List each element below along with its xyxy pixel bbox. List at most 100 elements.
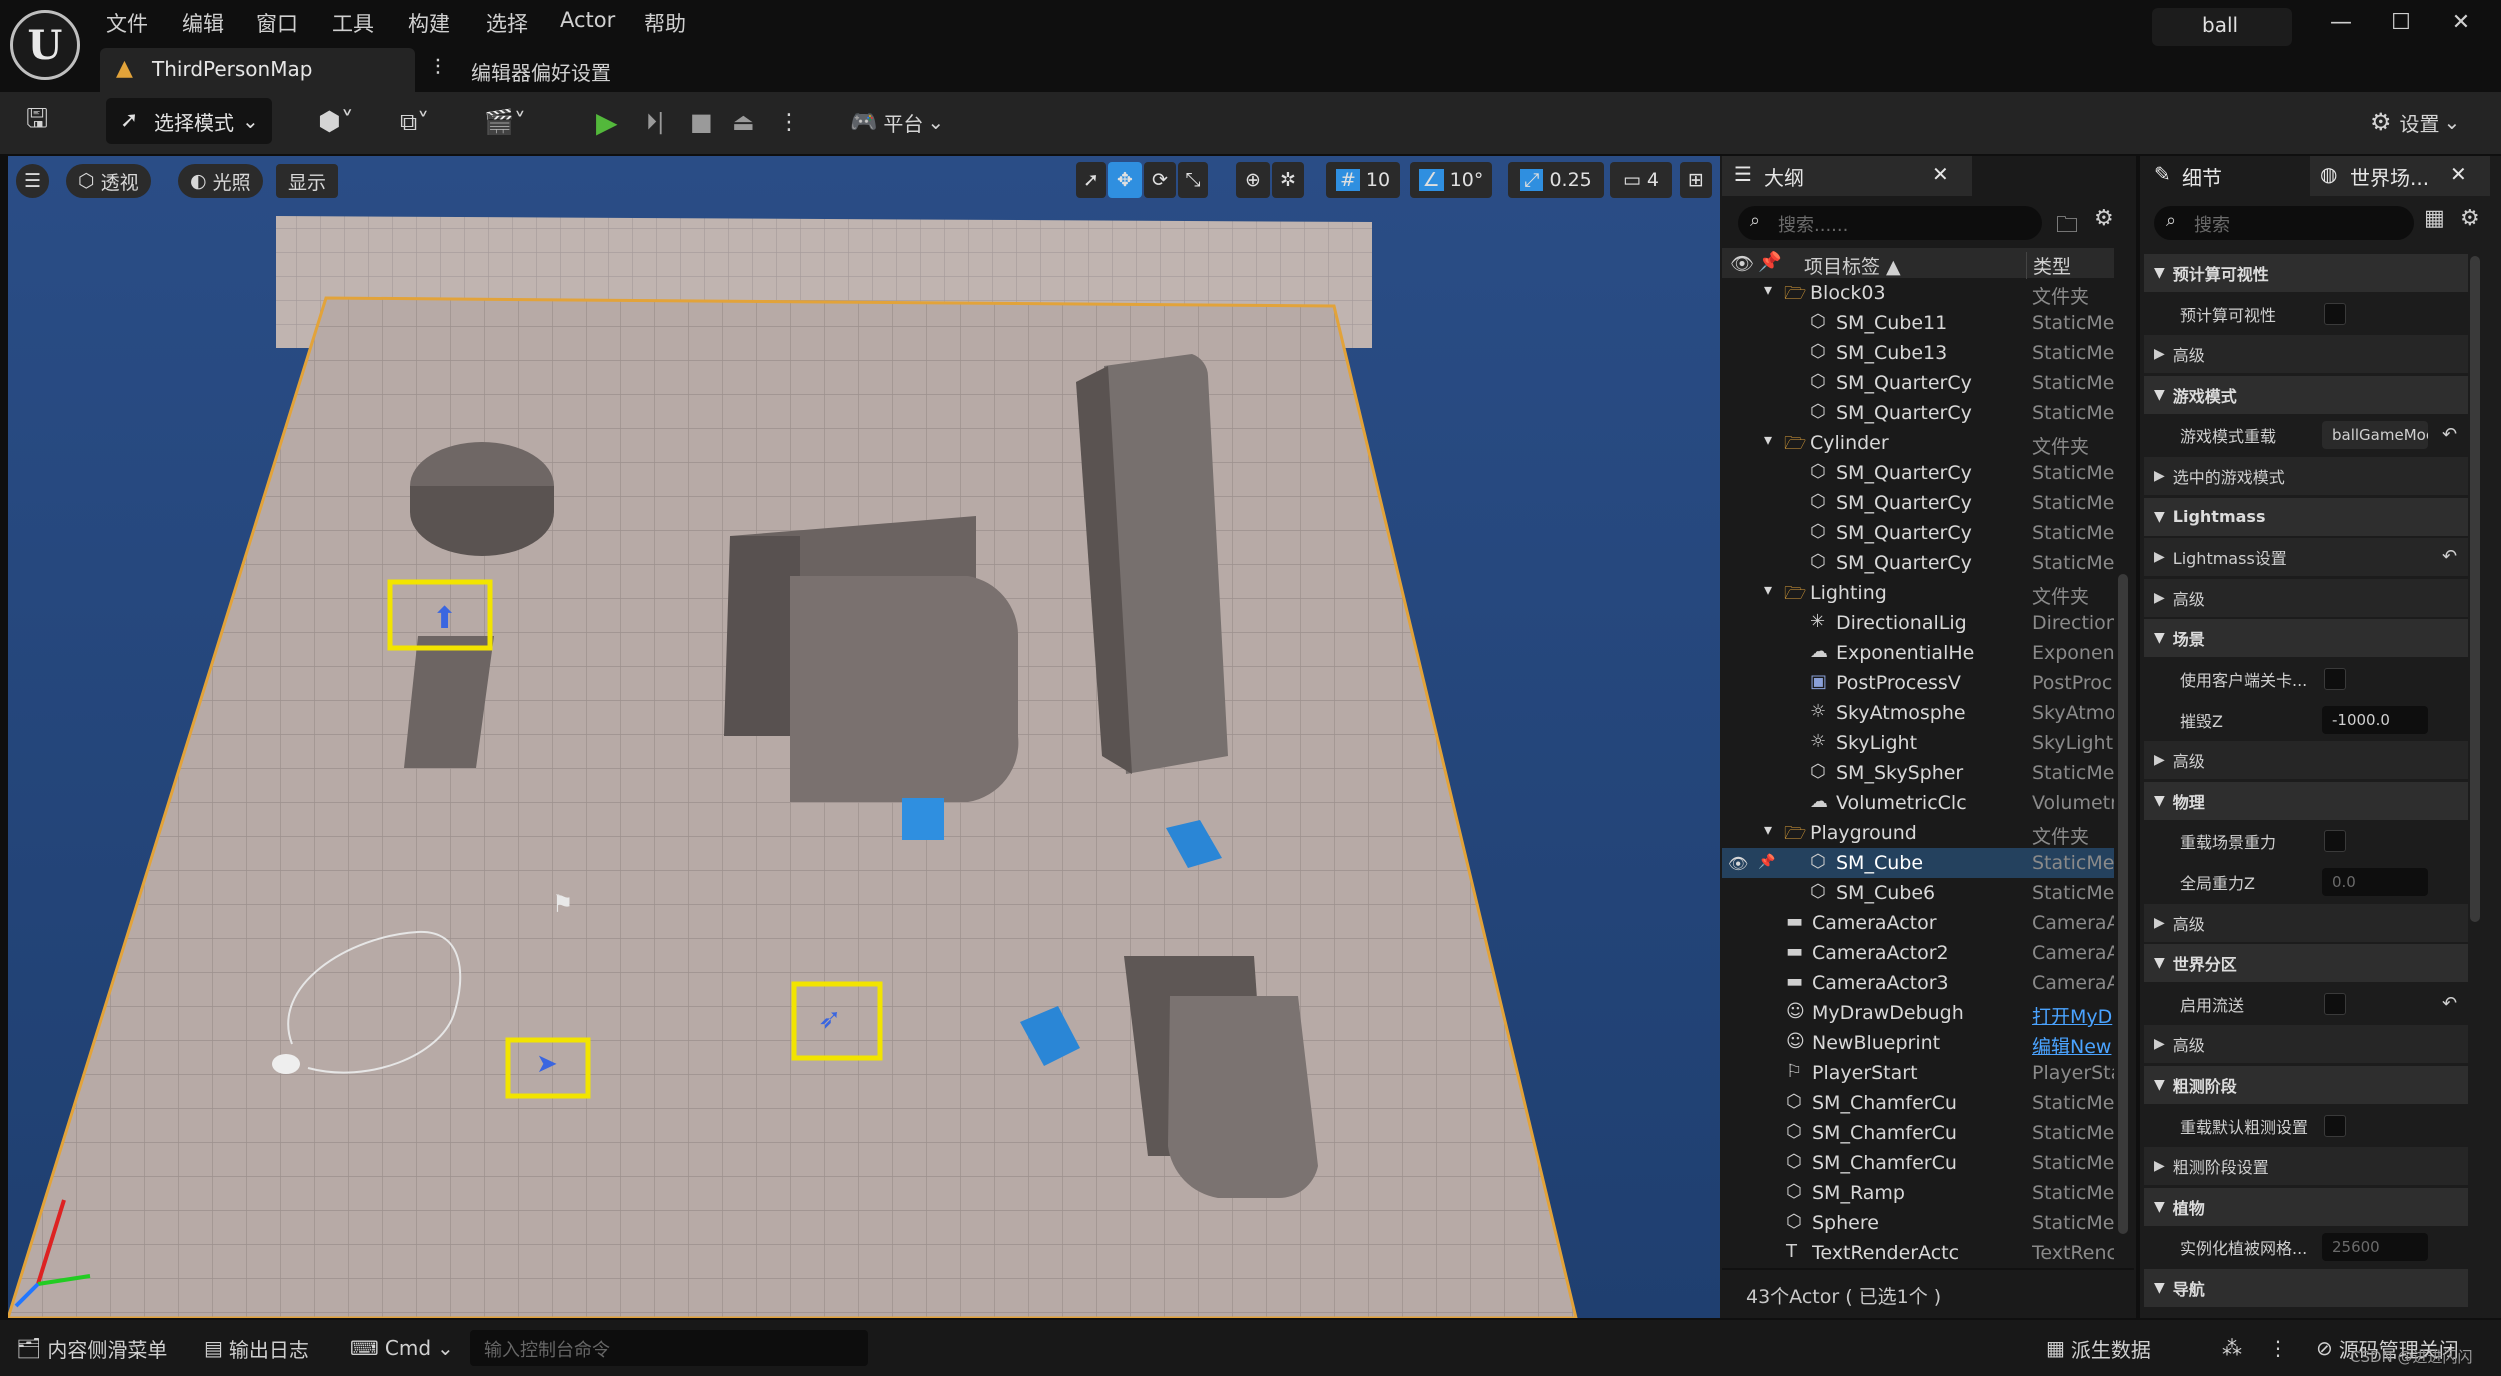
close-tab-icon[interactable]: ✕ [2450,162,2467,186]
outliner-row[interactable]: ▣ PostProcessV PostProc [1722,668,2114,698]
details-property[interactable]: 游戏模式重载 ballGameMoc ↶ [2144,416,2468,454]
outliner-row[interactable]: ⬡ SM_ChamferCu StaticMe [1722,1148,2114,1178]
outliner-row[interactable]: ⬡ SM_QuarterCy StaticMe [1722,368,2114,398]
chevron-down-icon[interactable]: ▾ [1764,820,1782,839]
content-drawer-button[interactable]: 🗂 内容侧滑菜单 [16,1328,176,1368]
property-checkbox[interactable] [2324,992,2346,1015]
details-category[interactable]: ▼ 游戏模式 [2144,375,2468,414]
outliner-row[interactable]: ⬡ SM_Cube13 StaticMe [1722,338,2114,368]
property-value-field[interactable]: -1000.0 [2322,705,2428,734]
add-folder-icon[interactable]: 🗀 [2056,208,2078,246]
surface-snap-icon[interactable]: ✲ [1272,162,1304,198]
details-property[interactable]: 重载场景重力 [2144,822,2468,860]
details-category[interactable]: ▼ 导航 [2144,1269,2468,1307]
minimize-icon[interactable]: — [2316,10,2366,44]
select-mode-dropdown[interactable]: ➚ 选择模式 ⌄ [106,98,272,144]
tab-world-settings[interactable]: ◍ 世界场... ✕ [2310,156,2490,196]
trace-icon[interactable]: ⁂ [2222,1328,2252,1368]
outliner-row[interactable]: ⬡ SM_QuarterCy StaticMe [1722,458,2114,488]
center-block-side[interactable] [724,536,800,736]
lit-button[interactable]: ◐ 光照 [178,164,263,198]
rotate-snap-toggle[interactable]: ∠ 10° [1410,162,1492,198]
blueprint-icon[interactable]: ⧉˅ [400,100,460,144]
perspective-button[interactable]: ⬡ 透视 [66,164,151,198]
sphere-actor[interactable] [272,1054,300,1074]
stop-button[interactable]: ■ [690,100,726,144]
cinematics-icon[interactable]: 🎬˅ [484,100,544,144]
outliner-row[interactable]: ⬡ SM_QuarterCy StaticMe [1722,488,2114,518]
details-property[interactable]: 启用流送 ↶ [2144,985,2468,1023]
derived-data-button[interactable]: ▦ 派生数据 [2046,1328,2176,1368]
details-category[interactable]: ▼ 预计算可视性 [2144,254,2468,292]
column-type[interactable]: 类型 [2026,252,2071,279]
camera-actor-icon[interactable]: ➤ [536,1049,558,1079]
table-view-icon[interactable]: ▦ [2424,206,2445,231]
tab-details[interactable]: ✎ 细节 [2142,156,2302,196]
details-subsection[interactable]: ▶ 选中的游戏模式 [2144,457,2468,495]
outliner-scrollbar[interactable] [2118,574,2128,1234]
outliner-row[interactable]: ⬡ Sphere StaticMe [1722,1208,2114,1238]
chevron-right-icon[interactable]: ▶ [2154,1036,2165,1052]
chevron-right-icon[interactable]: ▶ [2154,915,2165,931]
lower-block-front[interactable] [1168,996,1318,1199]
details-subsection[interactable]: ▶ 高级 [2144,903,2468,942]
menu-actor[interactable]: Actor [560,8,615,32]
menu-file[interactable]: 文件 [106,8,148,38]
outliner-row[interactable]: ⬡ SM_Ramp StaticMe [1722,1178,2114,1208]
outliner-row[interactable]: ⬡ SM_Cube11 StaticMe [1722,308,2114,338]
unreal-logo-icon[interactable]: U [10,10,80,80]
details-subsection[interactable]: ▶ 粗测阶段设置 [2144,1147,2468,1186]
details-subsection[interactable]: ▶ 高级 [2144,335,2468,374]
outliner-row[interactable]: ⬡ SM_QuarterCy StaticMe [1722,398,2114,428]
chevron-right-icon[interactable]: ▶ [2154,549,2165,565]
chevron-down-icon[interactable]: ▼ [2154,1280,2165,1296]
details-category[interactable]: ▼ Lightmass [2144,497,2468,536]
outliner-row[interactable]: ✳ DirectionalLig Direction [1722,608,2114,638]
reset-to-default-icon[interactable]: ↶ [2442,993,2457,1014]
chevron-down-icon[interactable]: ▾ [1764,280,1782,299]
outliner-row[interactable]: ⬡ SM_Cube6 StaticMe [1722,878,2114,908]
outliner-row[interactable]: ⬡ SM_QuarterCy StaticMe [1722,518,2114,548]
details-subsection[interactable]: ▶ Lightmass设置 ↶ [2144,538,2468,577]
camera-actor-icon[interactable]: ⬆ [432,601,457,636]
chevron-down-icon[interactable]: ▾ [1764,430,1782,449]
outliner-row[interactable]: ☼ SkyAtmosphe SkyAtmo [1722,698,2114,728]
chevron-right-icon[interactable]: ▶ [2154,752,2165,768]
chevron-down-icon[interactable]: ▼ [2154,1199,2165,1215]
column-label[interactable]: 项目标签 ▲ [1804,252,1901,279]
cmd-dropdown[interactable]: ⌨ Cmd ⌄ [350,1328,456,1368]
property-value-field[interactable]: ballGameMoc [2322,421,2428,450]
details-property[interactable]: 摧毁Z -1000.0 [2144,701,2468,739]
chevron-down-icon[interactable]: ▼ [2154,955,2165,971]
save-icon[interactable]: 🖫 [26,100,66,144]
details-property[interactable]: 使用客户端关卡... [2144,660,2468,698]
outliner-row[interactable]: ⬡ SM_SkySpher StaticMe [1722,758,2114,788]
chevron-down-icon[interactable]: ▾ [1764,580,1782,599]
settings-dropdown[interactable]: ⚙ 设置 ⌄ [2370,100,2486,144]
details-subsection[interactable]: ▶ 高级 [2144,1025,2468,1064]
gear-icon[interactable]: ⚙ [2094,206,2114,231]
player-start-icon[interactable]: ⚑ [552,890,574,918]
eye-icon[interactable]: 👁 [1728,854,1748,873]
outliner-search-input[interactable]: ⌕ 搜索...... [1738,206,2042,240]
row-type-link[interactable]: 打开MyD [2032,1002,2114,1028]
details-property[interactable]: 实例化植被网格... 25600 [2144,1228,2468,1266]
scale-snap-toggle[interactable]: ⤢ 0.25 [1508,162,1604,198]
rotate-tool-icon[interactable]: ⟳ [1144,162,1176,198]
menu-window[interactable]: 窗口 [256,8,298,38]
pin-icon[interactable]: 📌 [1758,250,1782,273]
chevron-down-icon[interactable]: ▼ [2154,387,2165,403]
outliner-row[interactable]: ☺ MyDrawDebugh 打开MyD [1722,998,2114,1028]
details-category[interactable]: ▼ 植物 [2144,1187,2468,1226]
chevron-right-icon[interactable]: ▶ [2154,468,2165,484]
more-options-icon[interactable]: ⋮ [778,100,800,144]
chevron-down-icon[interactable]: ▼ [2154,1077,2165,1093]
translate-tool-icon[interactable]: ✥ [1108,162,1142,198]
outliner-row[interactable]: ▾ 🗁 Playground 文件夹 [1722,818,2114,848]
details-search-input[interactable]: ⌕ 搜索 [2154,206,2414,240]
blue-cube[interactable] [902,798,944,840]
menu-select[interactable]: 选择 [486,8,528,38]
camera-actor-icon[interactable]: ➶ [818,1002,841,1035]
center-block-front[interactable] [790,576,1019,802]
outliner-row[interactable]: ▾ 🗁 Lighting 文件夹 [1722,578,2114,608]
